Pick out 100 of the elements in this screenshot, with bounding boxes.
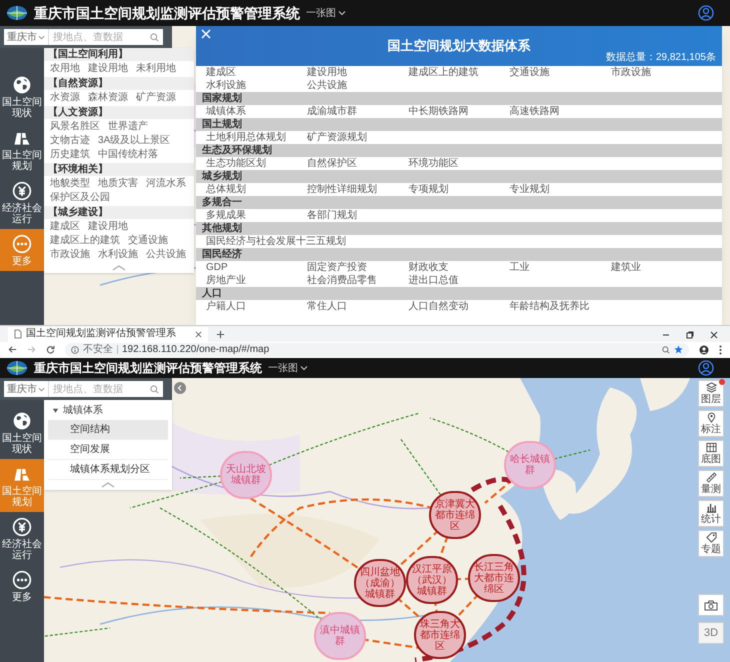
layer-link[interactable]: 3A级及以上景区 [98, 134, 170, 148]
map-tool-button[interactable]: 底图 [698, 440, 724, 467]
layer-link[interactable]: 未利用地 [136, 62, 176, 76]
layer-link[interactable]: 建设用地 [88, 62, 128, 76]
dataset-link[interactable]: 多规成果 [206, 209, 308, 222]
collapse-button[interactable] [174, 382, 186, 394]
dataset-link[interactable]: 市政设施 [610, 66, 712, 79]
search-field[interactable]: 搜地点、查数据 [49, 29, 145, 45]
reload-icon[interactable] [46, 345, 55, 354]
bookmark-star-icon[interactable] [674, 345, 683, 354]
back-icon[interactable] [8, 345, 17, 354]
layer-link[interactable]: 交通设施 [128, 234, 168, 248]
dataset-link[interactable]: 生态功能区划 [206, 157, 308, 170]
dataset-link[interactable]: 财政收支 [408, 261, 510, 274]
search-button[interactable] [145, 381, 163, 397]
dataset-link[interactable]: 房地产业 [206, 274, 308, 287]
city-select[interactable]: 重庆市 [4, 381, 49, 397]
dataset-link[interactable]: 国民经济与社会发展十三五规划 [206, 235, 408, 248]
menu-icon[interactable] [719, 344, 722, 355]
layer-link[interactable]: 森林资源 [88, 91, 128, 105]
layer-link[interactable]: 公共设施 [146, 248, 186, 262]
dataset-link[interactable]: 进出口总值 [408, 274, 510, 287]
layer-link[interactable]: 地质灾害 [98, 177, 138, 191]
tool-label: 量测 [701, 484, 721, 495]
close-button[interactable] [200, 28, 212, 40]
nav-item[interactable]: 更多 [0, 565, 44, 607]
dataset-link[interactable]: 户籍人口 [206, 300, 308, 313]
map-tool-button[interactable]: 标注 [698, 410, 724, 437]
dataset-link[interactable]: 自然保护区 [307, 157, 408, 170]
city-select[interactable]: 重庆市 [4, 29, 49, 45]
map-tool-button[interactable]: 统计 [698, 500, 724, 527]
dataset-link[interactable]: 公共设施 [307, 79, 408, 92]
map-tool-button[interactable]: 专题 [698, 530, 724, 557]
dataset-link[interactable]: 建设用地 [307, 66, 408, 79]
dataset-link[interactable]: 水利设施 [206, 79, 308, 92]
layer-link[interactable]: 世界遗产 [108, 120, 148, 134]
nav-item[interactable]: 国土空间规划 [0, 123, 44, 176]
dataset-link[interactable]: 建成区 [206, 66, 308, 79]
dataset-link[interactable]: 各部门规划 [307, 209, 408, 222]
dataset-link[interactable]: 成渝城市群 [307, 105, 408, 118]
nav-item[interactable]: 经济社会运行 [0, 176, 44, 229]
nav-item[interactable]: 经济社会运行 [0, 512, 44, 565]
dataset-link[interactable]: 环境功能区 [408, 157, 510, 170]
user-icon[interactable] [698, 5, 714, 21]
layer-link[interactable]: 地貌类型 [50, 177, 90, 191]
close-icon[interactable] [195, 330, 202, 338]
close-icon[interactable] [710, 330, 718, 339]
dataset-link[interactable]: 社会消费品零售 [307, 274, 408, 287]
layer-link[interactable]: 建成区上的建筑 [50, 234, 120, 248]
nav-item[interactable]: 国土空间现状 [0, 406, 44, 459]
dataset-link[interactable]: 年龄结构及抚养比 [510, 300, 611, 313]
layer-link[interactable]: 水资源 [50, 91, 80, 105]
search-field[interactable]: 搜地点、查数据 [49, 381, 145, 397]
map-tool-button[interactable]: 量测 [698, 470, 724, 497]
dataset-link[interactable]: 常住人口 [307, 300, 408, 313]
dataset-link[interactable]: 人口自然变动 [408, 300, 510, 313]
snapshot-button[interactable] [698, 594, 724, 616]
layer-link[interactable]: 矿产资源 [136, 91, 176, 105]
layer-link[interactable]: 建设用地 [88, 220, 128, 234]
new-tab-icon[interactable] [216, 330, 225, 339]
layer-link[interactable]: 市政设施 [50, 248, 90, 262]
nav-item[interactable]: 国土空间现状 [0, 70, 44, 123]
view-menu[interactable]: 一张图 [306, 6, 346, 20]
dataset-link[interactable]: 矿产资源规划 [307, 131, 408, 144]
dataset-link[interactable]: 高速铁路网 [510, 105, 611, 118]
layer-link[interactable]: 风景名胜区 [50, 120, 100, 134]
layer-link[interactable]: 历史建筑 [50, 148, 90, 162]
dataset-link[interactable]: 工业 [510, 261, 611, 274]
restore-icon[interactable] [686, 330, 694, 339]
caret-icon[interactable] [52, 406, 59, 414]
tree-node[interactable]: 城镇体系 [44, 400, 172, 420]
layer-link[interactable]: 建成区 [50, 220, 80, 234]
layer-link[interactable]: 农用地 [50, 62, 80, 76]
dataset-link[interactable]: 控制性详细规划 [307, 183, 408, 196]
dataset-link[interactable]: 总体规划 [206, 183, 308, 196]
search-button[interactable] [145, 29, 163, 45]
dataset-link[interactable]: 专项规划 [408, 183, 510, 196]
dataset-link[interactable]: GDP [206, 261, 308, 274]
zoom-icon[interactable] [662, 346, 670, 354]
dataset-link[interactable]: 建筑业 [610, 261, 712, 274]
dataset-link[interactable]: 专业规划 [510, 183, 611, 196]
dataset-link[interactable]: 中长期铁路网 [408, 105, 510, 118]
map-tool-button[interactable]: 图层 [698, 380, 724, 407]
tree-item[interactable]: 空间结构 [48, 420, 168, 440]
layer-link[interactable]: 保护区及公园 [50, 191, 110, 205]
address-bar[interactable]: 不安全 192.168.110.220/one-map/#/map [65, 342, 689, 357]
dataset-link[interactable]: 土地利用总体规划 [206, 131, 308, 144]
dataset-link[interactable]: 城镇体系 [206, 105, 308, 118]
layer-link[interactable]: 文物古迹 [50, 134, 90, 148]
user-icon[interactable] [698, 360, 714, 376]
view-menu[interactable]: 一张图 [268, 360, 308, 376]
layer-link[interactable]: 河流水系 [146, 177, 186, 191]
dataset-link[interactable]: 固定资产投资 [307, 261, 408, 274]
account-icon[interactable] [699, 344, 709, 355]
dataset-link[interactable]: 建成区上的建筑 [408, 66, 510, 79]
dataset-link[interactable]: 交通设施 [510, 66, 611, 79]
layer-link[interactable]: 水利设施 [98, 248, 138, 262]
group-heading: 国土规划 [196, 118, 722, 131]
layer-link[interactable]: 中国传统村落 [98, 148, 158, 162]
3d-view-button[interactable]: 3D [698, 622, 724, 644]
